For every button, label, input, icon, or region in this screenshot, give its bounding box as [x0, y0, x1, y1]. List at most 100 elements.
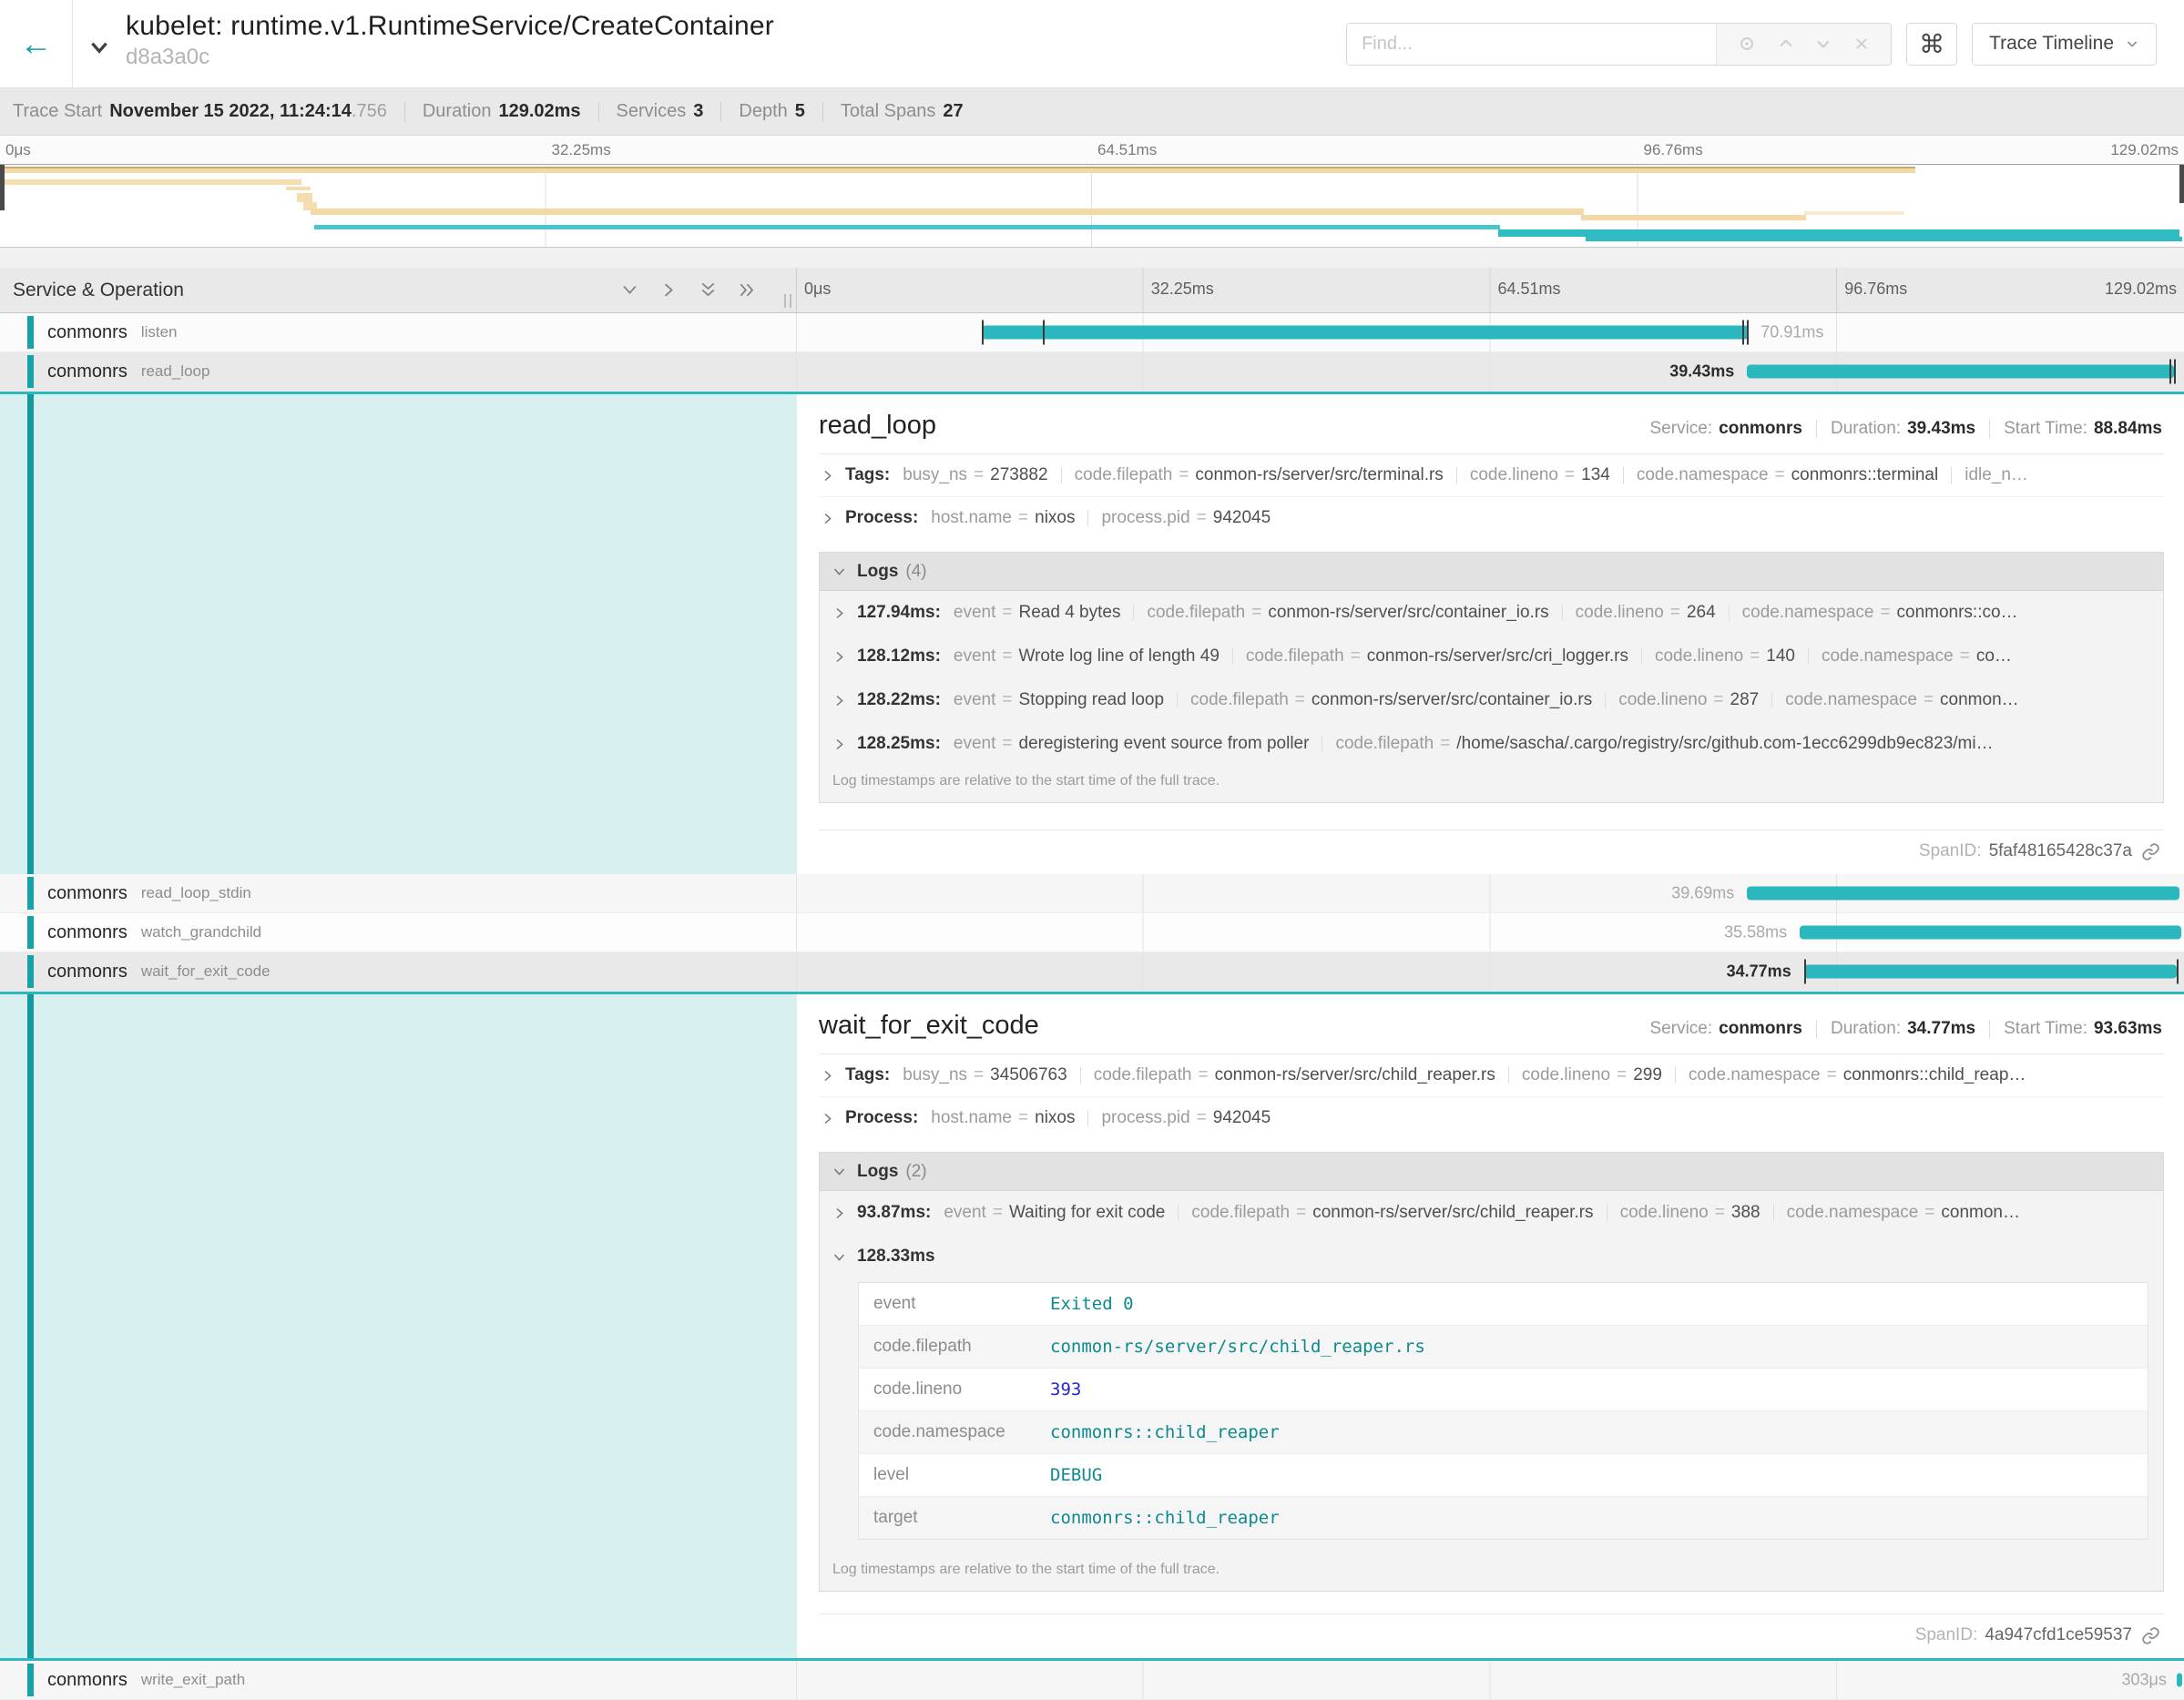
chevron-right-icon: [821, 1112, 834, 1125]
focus-match-icon[interactable]: [1737, 34, 1757, 54]
tags-accordion[interactable]: Tags: busy_ns273882 code.filepathconmon-…: [819, 454, 2164, 497]
field-key: level: [859, 1454, 1041, 1496]
log-pair: eventWaiting for exit code: [944, 1203, 1165, 1223]
span-bar[interactable]: [1747, 365, 2174, 379]
page-title: kubelet: runtime.v1.RuntimeService/Creat…: [126, 11, 1346, 42]
span-timeline-cell[interactable]: 39.43ms: [797, 352, 2184, 391]
span-bar[interactable]: [982, 326, 1749, 340]
log-entry-expanded[interactable]: 128.33ms: [820, 1235, 2163, 1278]
span-name-cell[interactable]: conmonrs read_loop_stdin: [0, 874, 797, 912]
span-name-cell[interactable]: conmonrs read_loop: [0, 352, 797, 391]
span-duration-label: 303μs: [2121, 1671, 2166, 1690]
ruler-tick: 64.51ms: [1097, 141, 1157, 159]
operation-name: listen: [141, 323, 178, 341]
chevron-down-icon: [832, 565, 846, 578]
expand-one-icon[interactable]: [660, 281, 678, 299]
table-row: target conmonrs::child_reaper: [859, 1497, 2148, 1539]
trace-view-label: Trace Timeline: [1989, 33, 2114, 55]
divider: [1675, 1067, 1676, 1084]
span-row-wait-for-exit-code[interactable]: conmonrs wait_for_exit_code 34.77ms: [0, 952, 2184, 992]
span-name-cell[interactable]: conmonrs listen: [0, 313, 797, 351]
ruler-tick: 129.02ms: [2105, 280, 2177, 299]
log-entry[interactable]: 127.94ms: eventRead 4 bytes code.filepat…: [820, 591, 2163, 635]
span-name-cell[interactable]: conmonrs write_exit_path: [0, 1661, 797, 1699]
span-duration-label: 70.91ms: [1760, 323, 1823, 342]
log-pair: code.lineno287: [1618, 690, 1759, 710]
services-label: Services: [617, 101, 687, 122]
span-name-cell[interactable]: conmonrs wait_for_exit_code: [0, 952, 797, 991]
span-bar[interactable]: [1747, 887, 2179, 901]
span-detail-card: read_loop Service:conmonrs Duration:39.4…: [797, 394, 2184, 874]
span-timeline-cell[interactable]: 34.77ms: [797, 952, 2184, 991]
log-entry[interactable]: 128.22ms: eventStopping read loop code.f…: [820, 678, 2163, 722]
back-button[interactable]: ←: [0, 0, 73, 87]
divider: [1808, 648, 1809, 665]
service-name: conmonrs: [47, 1670, 128, 1691]
link-icon[interactable]: [2141, 842, 2160, 861]
next-match-icon[interactable]: [1814, 35, 1832, 53]
link-icon[interactable]: [2141, 1626, 2160, 1645]
keyboard-shortcuts-button[interactable]: ⌘: [1906, 23, 1957, 66]
ruler-tick: 64.51ms: [1498, 280, 1561, 299]
tags-accordion[interactable]: Tags: busy_ns34506763 code.filepathconmo…: [819, 1054, 2164, 1097]
span-name-cell[interactable]: conmonrs watch_grandchild: [0, 913, 797, 952]
span-detail-row-read-loop: read_loop Service:conmonrs Duration:39.4…: [0, 392, 2184, 874]
span-row-watch-grandchild[interactable]: conmonrs watch_grandchild 35.58ms: [0, 913, 2184, 952]
trace-view-selector[interactable]: Trace Timeline: [1972, 23, 2157, 66]
divider: [1087, 510, 1088, 526]
minimap-drag-handle-left[interactable]: [0, 165, 5, 210]
log-entry[interactable]: 93.87ms: eventWaiting for exit code code…: [820, 1191, 2163, 1235]
span-row-read-loop-stdin[interactable]: conmonrs read_loop_stdin 39.69ms: [0, 874, 2184, 913]
trace-minimap[interactable]: [0, 164, 2184, 248]
collapse-all-icon[interactable]: [699, 281, 717, 299]
log-entry[interactable]: 128.25ms: eventderegistering event sourc…: [820, 722, 2163, 766]
tag-pair: busy_ns273882: [903, 465, 1047, 485]
span-timeline-cell[interactable]: 35.58ms: [797, 913, 2184, 952]
divider: [1178, 1205, 1179, 1221]
log-entry[interactable]: 128.12ms: eventWrote log line of length …: [820, 635, 2163, 678]
timeline-grid-header: Service & Operation 0μs 32.25ms 64.51ms …: [0, 268, 2184, 313]
log-timestamp: 93.87ms:: [857, 1203, 931, 1223]
span-row-write-exit-path[interactable]: conmonrs write_exit_path 303μs: [0, 1661, 2184, 1700]
column-resize-grip[interactable]: [784, 294, 791, 308]
span-detail-card: wait_for_exit_code Service:conmonrs Dura…: [797, 994, 2184, 1658]
log-timestamp: 128.22ms:: [857, 690, 941, 710]
operation-name: read_loop_stdin: [141, 884, 251, 902]
span-row-read-loop[interactable]: conmonrs read_loop 39.43ms: [0, 352, 2184, 392]
span-bar[interactable]: [1804, 965, 2178, 979]
total-spans-label: Total Spans: [841, 101, 936, 122]
logs-accordion[interactable]: Logs (4): [820, 553, 2163, 591]
trace-title-collapse-toggle[interactable]: [73, 0, 126, 87]
span-detail-header: read_loop Service:conmonrs Duration:39.4…: [819, 407, 2164, 454]
minimap-span-line: [1581, 215, 1806, 220]
log-pair: code.lineno140: [1655, 646, 1795, 667]
table-row: code.lineno 393: [859, 1369, 2148, 1411]
minimap-drag-handle-right[interactable]: [2179, 165, 2184, 203]
process-accordion[interactable]: Process: host.namenixos process.pid94204…: [819, 497, 2164, 539]
logs-accordion[interactable]: Logs (2): [820, 1153, 2163, 1191]
prev-match-icon[interactable]: [1777, 35, 1795, 53]
duration-value: 34.77ms: [1907, 1019, 1975, 1039]
operation-name: watch_grandchild: [141, 923, 261, 942]
log-timestamp: 128.12ms:: [857, 646, 941, 667]
tag-pair: code.filepathconmon-rs/server/src/child_…: [1094, 1065, 1495, 1085]
span-row-listen[interactable]: conmonrs listen 70.91ms: [0, 313, 2184, 352]
expand-all-icon[interactable]: [739, 281, 756, 299]
span-timeline-cell[interactable]: 303μs: [797, 1661, 2184, 1699]
span-timeline-cell[interactable]: 70.91ms: [797, 313, 2184, 351]
span-timeline-cell[interactable]: 39.69ms: [797, 874, 2184, 912]
ruler-tick: 0μs: [5, 141, 31, 159]
span-bar[interactable]: [1800, 926, 2181, 940]
collapse-one-icon[interactable]: [621, 281, 638, 299]
minimap-span-line: [0, 167, 1915, 173]
span-bar[interactable]: [2177, 1674, 2182, 1687]
chevron-down-icon: [2125, 36, 2139, 51]
span-duration-label: 34.77ms: [1727, 962, 1791, 982]
service-label: Service:: [1650, 1019, 1713, 1039]
timeline-ruler: 0μs 32.25ms 64.51ms 96.76ms 129.02ms: [797, 268, 2184, 312]
find-input[interactable]: [1347, 24, 1716, 65]
process-accordion[interactable]: Process: host.namenixos process.pid94204…: [819, 1097, 2164, 1139]
divider: [1508, 1067, 1509, 1084]
chevron-right-icon: [821, 469, 834, 483]
clear-search-icon[interactable]: [1852, 35, 1871, 53]
